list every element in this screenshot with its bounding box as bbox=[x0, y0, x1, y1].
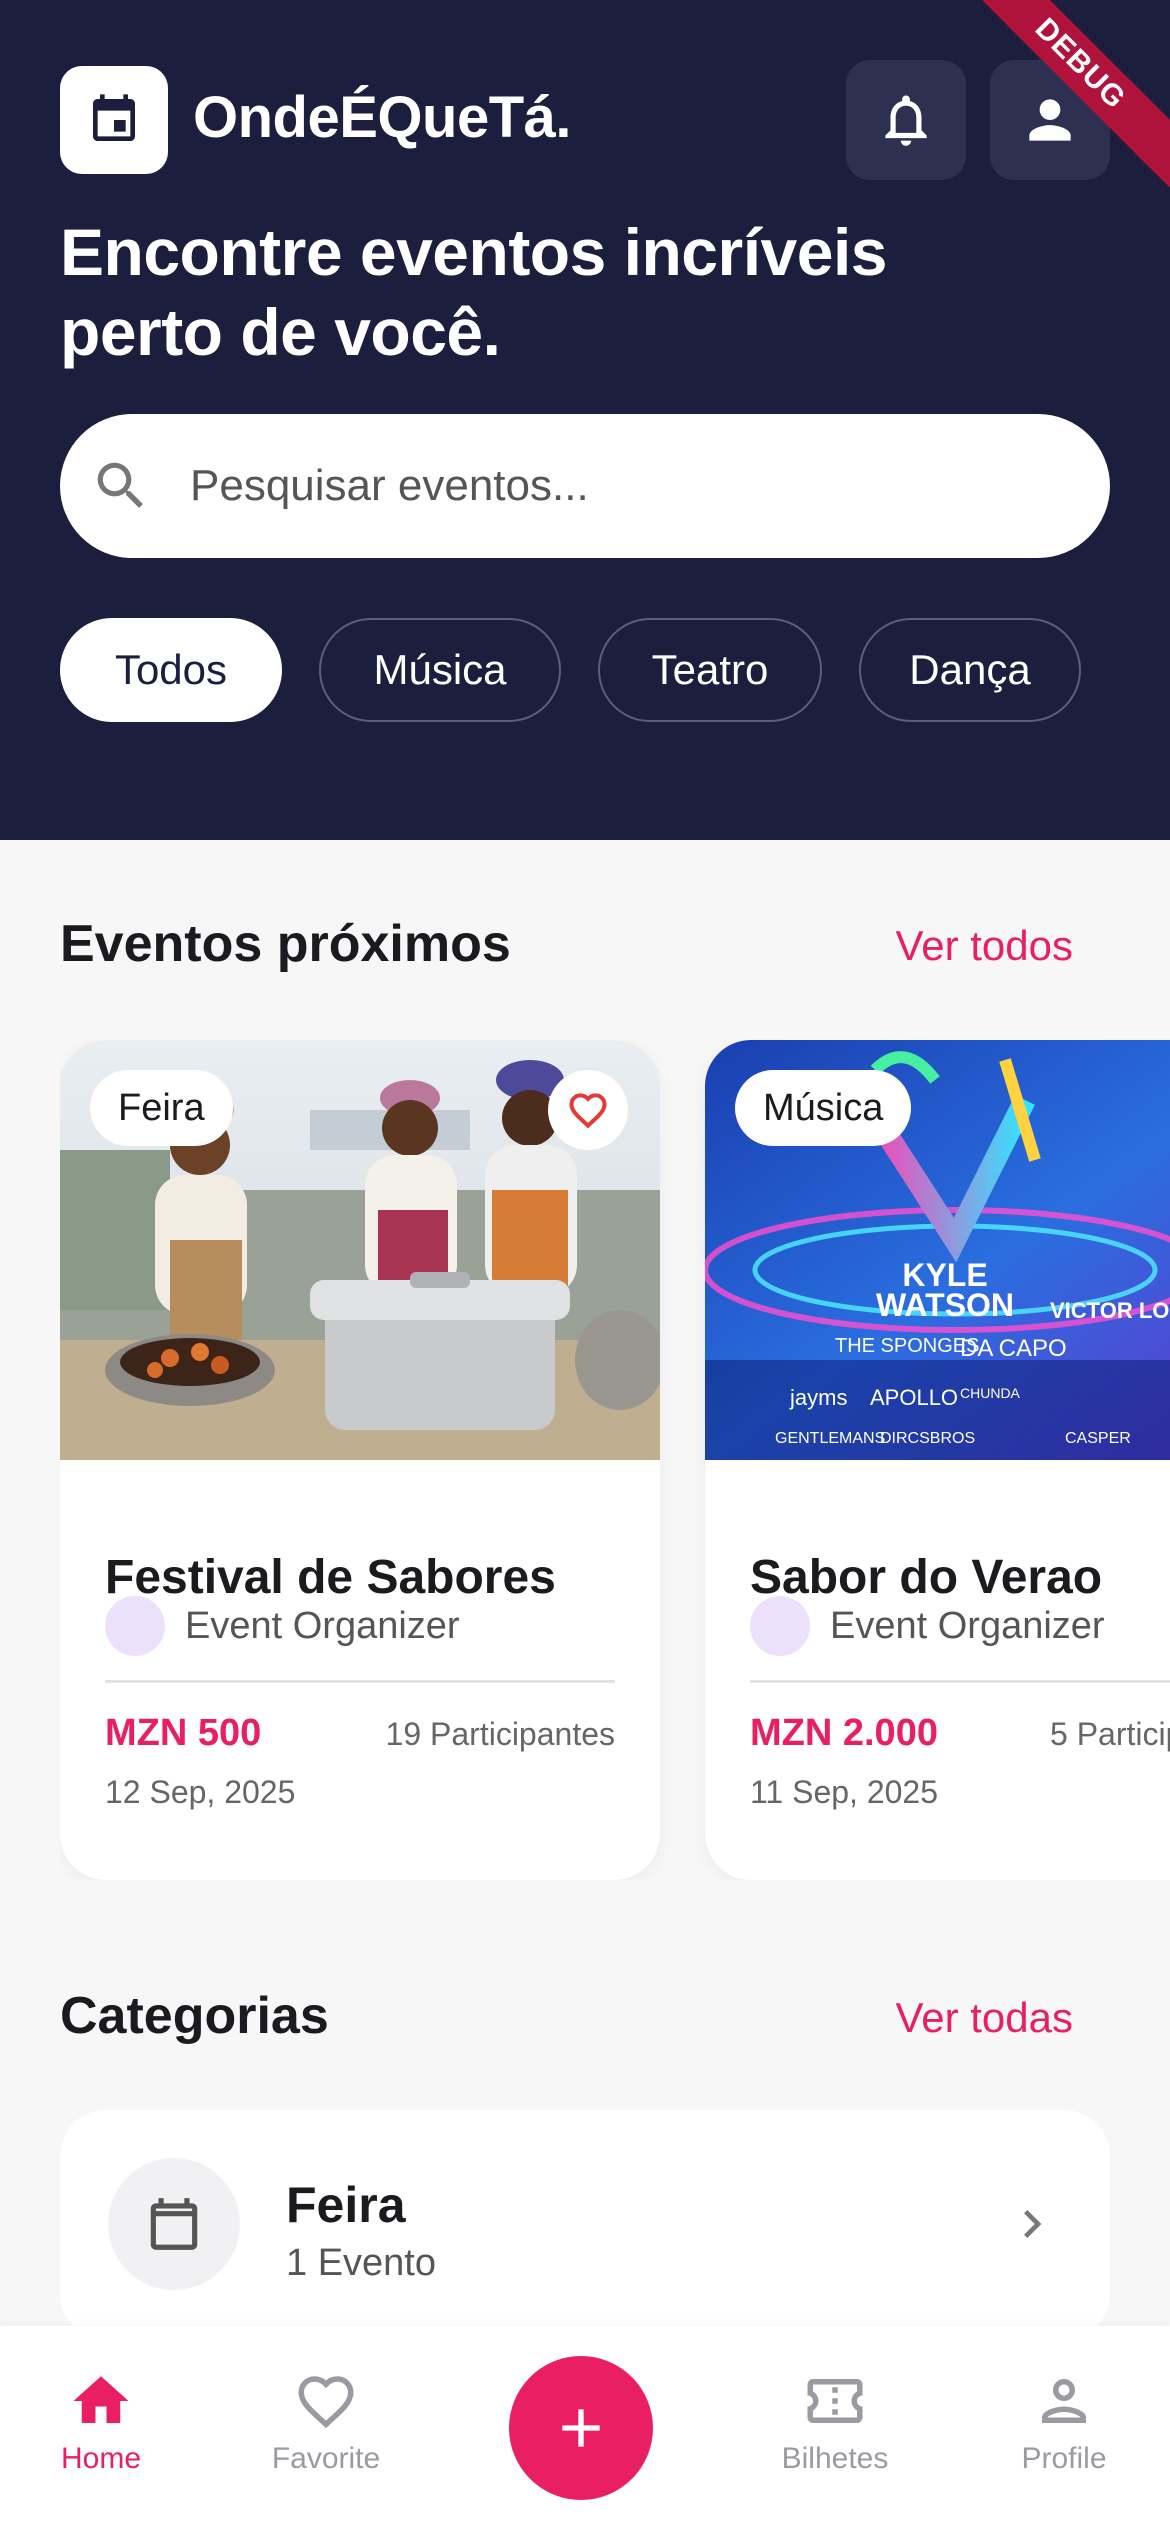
nav-label: Bilhetes bbox=[781, 2442, 889, 2475]
nav-profile[interactable]: Profile bbox=[974, 2368, 1154, 2476]
poster-artist: CASPER bbox=[1065, 1430, 1131, 1447]
app-name: OndeÉQueTá. bbox=[193, 85, 572, 150]
poster-artist: THE SPONGES bbox=[835, 1335, 980, 1357]
event-price: MZN 500 bbox=[105, 1712, 262, 1754]
poster-artist: CHUNDA bbox=[960, 1385, 1020, 1401]
organizer-name: Event Organizer bbox=[185, 1604, 460, 1647]
poster-artist: GENTLEMANS bbox=[775, 1430, 886, 1447]
divider bbox=[105, 1680, 615, 1683]
home-icon bbox=[73, 2376, 129, 2423]
bottom-navigation: Home Favorite Bilhetes Profile bbox=[0, 2326, 1170, 2532]
search-icon bbox=[90, 455, 152, 517]
heart-icon bbox=[569, 1093, 607, 1129]
poster-artist: DIRCSBROS bbox=[880, 1430, 976, 1447]
chevron-right-icon bbox=[1004, 2196, 1060, 2257]
event-price: MZN 2.000 bbox=[750, 1712, 938, 1754]
category-filter-chips: Todos Música Teatro Dança bbox=[60, 618, 1081, 722]
calendar-icon bbox=[150, 2198, 198, 2250]
poster-artist: DA CAPO bbox=[960, 1335, 1067, 1362]
search-input[interactable] bbox=[190, 461, 1010, 511]
chip-musica[interactable]: Música bbox=[319, 618, 561, 722]
category-count: 1 Evento bbox=[286, 2242, 436, 2284]
poster-artist: VICTOR LOU bbox=[1050, 1298, 1170, 1323]
nav-label: Profile bbox=[1021, 2442, 1107, 2475]
event-participants: 5 Participantes bbox=[1050, 1716, 1170, 1752]
event-participants: 19 Participantes bbox=[385, 1716, 615, 1752]
see-all-categories-link[interactable]: Ver todas bbox=[896, 1994, 1073, 2042]
category-item-feira[interactable]: Feira 1 Evento bbox=[60, 2110, 1110, 2340]
event-date: 11 Sep, 2025 bbox=[750, 1774, 939, 1810]
organizer-name: Event Organizer bbox=[830, 1604, 1105, 1647]
categories-section-title: Categorias bbox=[60, 1987, 329, 2045]
chip-teatro[interactable]: Teatro bbox=[598, 618, 822, 722]
poster-artist: jayms bbox=[790, 1385, 848, 1410]
person-icon bbox=[1042, 2379, 1086, 2423]
notifications-button[interactable] bbox=[846, 60, 966, 180]
poster-artist: APOLLO bbox=[870, 1385, 959, 1410]
category-icon bbox=[108, 2158, 240, 2290]
nav-tickets[interactable]: Bilhetes bbox=[745, 2368, 925, 2476]
divider bbox=[750, 1680, 1170, 1683]
event-category-tag: Feira bbox=[90, 1070, 233, 1146]
chip-todos[interactable]: Todos bbox=[60, 618, 282, 722]
search-bar[interactable] bbox=[60, 414, 1110, 558]
event-date: 12 Sep, 2025 bbox=[105, 1774, 296, 1810]
see-all-events-link[interactable]: Ver todos bbox=[896, 922, 1073, 970]
event-organizer: Event Organizer bbox=[105, 1596, 460, 1656]
event-organizer: Event Organizer bbox=[750, 1596, 1105, 1656]
create-event-button[interactable] bbox=[509, 2356, 653, 2500]
ticket-icon bbox=[807, 2379, 863, 2423]
calendar-icon bbox=[93, 94, 135, 141]
event-card[interactable]: KYLE WATSON VICTOR LOU THE SPONGES DA CA… bbox=[705, 1040, 1170, 1880]
organizer-avatar bbox=[105, 1596, 165, 1656]
person-icon bbox=[1029, 99, 1071, 141]
nav-label: Home bbox=[60, 2442, 142, 2475]
nav-favorite[interactable]: Favorite bbox=[236, 2368, 416, 2476]
category-name: Feira bbox=[286, 2177, 406, 2233]
favorite-button[interactable] bbox=[548, 1070, 628, 1150]
event-card[interactable]: Feira Festival de Sabores Event Organize… bbox=[60, 1040, 660, 1880]
organizer-avatar bbox=[750, 1596, 810, 1656]
poster-artist: WATSON bbox=[875, 1287, 1015, 1323]
events-carousel[interactable]: Feira Festival de Sabores Event Organize… bbox=[60, 1040, 1170, 1880]
heart-icon bbox=[298, 2376, 354, 2429]
plus-icon bbox=[562, 2409, 600, 2447]
upcoming-section-title: Eventos próximos bbox=[60, 915, 511, 973]
event-category-tag: Música bbox=[735, 1070, 912, 1146]
nav-home[interactable]: Home bbox=[11, 2368, 191, 2476]
hero-title: Encontre eventos incríveis perto de você… bbox=[60, 215, 888, 369]
header: OndeÉQueTá. DEBUG Encontre eventos incrí… bbox=[0, 0, 1170, 840]
nav-label: Favorite bbox=[271, 2442, 381, 2475]
bell-icon bbox=[885, 95, 927, 146]
poster-artist: KYLE bbox=[902, 1257, 988, 1293]
app-logo bbox=[60, 66, 168, 174]
chip-danca[interactable]: Dança bbox=[859, 618, 1081, 722]
